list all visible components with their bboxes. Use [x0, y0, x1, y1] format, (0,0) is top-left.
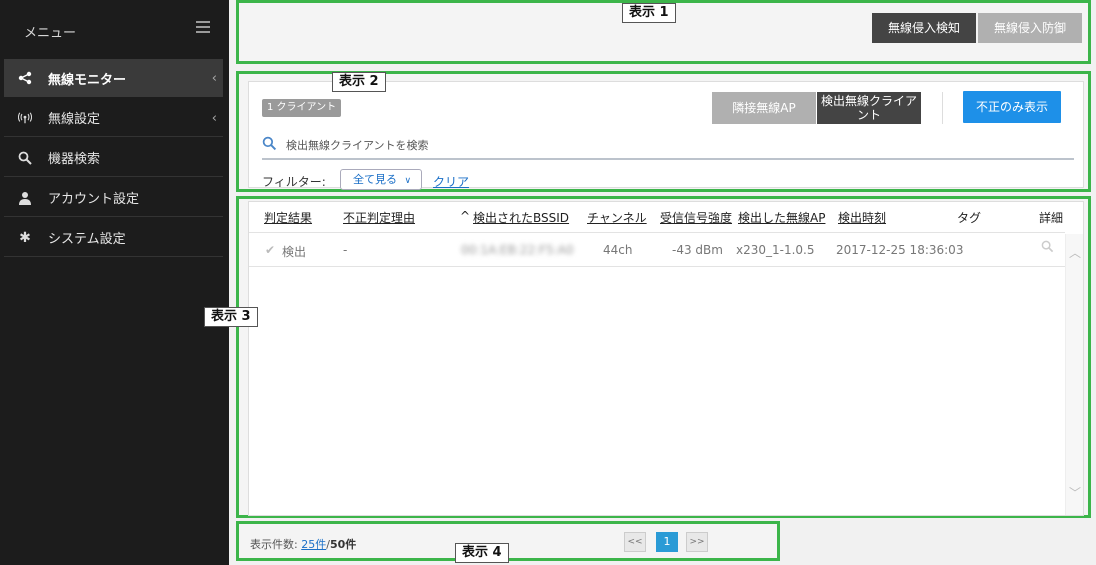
last-page-button[interactable]: >> [686, 532, 708, 552]
results-table: 判定結果 不正判定理由 ^ 検出されたBSSID チャンネル 受信信号強度 検出… [248, 201, 1084, 516]
chevron-left-icon: ‹ [211, 111, 217, 126]
cell-ap: x230_1-1.0.5 [736, 243, 815, 257]
pagination-label: 表示件数: [250, 538, 298, 551]
pagination-info: 表示件数: 25件/50件 [250, 536, 356, 552]
first-page-button[interactable]: << [624, 532, 646, 552]
annotation-label-4: 表示 4 [455, 543, 509, 563]
neighbor-ap-button[interactable]: 隣接無線AP [712, 92, 816, 124]
total-count: 50件 [329, 538, 357, 551]
search-icon [262, 136, 278, 152]
sidebar-item-wireless-settings[interactable]: 無線設定 ‹ [4, 99, 223, 137]
search-icon [18, 151, 32, 165]
sort-ascending-icon: ^ [460, 209, 471, 223]
search-input[interactable]: 検出無線クライアントを検索 [286, 137, 429, 153]
search-bar[interactable]: 検出無線クライアントを検索 [262, 134, 1074, 160]
row-divider [249, 266, 1065, 267]
column-header-channel[interactable]: チャンネル [587, 209, 647, 226]
column-header-time[interactable]: 検出時刻 [838, 209, 886, 226]
sidebar-item-label: アカウント設定 [48, 192, 140, 207]
cell-time: 2017-12-25 18:36:03 [836, 243, 964, 257]
gear-icon: ✱ [19, 229, 31, 246]
check-icon: ✔ [265, 243, 276, 257]
sidebar-item-label: 無線モニター [48, 72, 127, 88]
chevron-left-icon: ‹ [211, 71, 217, 86]
sidebar-item-device-search[interactable]: 機器検索 [4, 139, 223, 177]
column-header-reason[interactable]: 不正判定理由 [343, 209, 415, 226]
annotation-label-2: 表示 2 [332, 72, 386, 92]
client-count-badge: 1 クライアント [262, 99, 342, 117]
cell-channel: 44ch [603, 243, 633, 257]
results-table-section: 判定結果 不正判定理由 ^ 検出されたBSSID チャンネル 受信信号強度 検出… [236, 196, 1091, 518]
cell-result: 検出 [282, 245, 307, 259]
sidebar-item-label: 機器検索 [48, 152, 101, 167]
hamburger-menu-icon[interactable] [196, 21, 210, 33]
filter-dropdown-value: 全て見る [353, 173, 397, 186]
rogue-only-button[interactable]: 不正のみ表示 [963, 91, 1061, 123]
intrusion-detection-button[interactable]: 無線侵入検知 [872, 13, 976, 43]
chevron-up-icon[interactable]: ︿ [1069, 244, 1081, 261]
main-area: 無線侵入検知 無線侵入防御 表示 1 1 クライアント 隣接無線AP 検出無線ク… [204, 0, 1096, 565]
table-scrollbar[interactable]: ︿ ﹀ [1065, 234, 1083, 515]
chevron-down-icon[interactable]: ﹀ [1069, 484, 1081, 501]
page-1-button[interactable]: 1 [656, 532, 678, 552]
user-icon [18, 191, 32, 205]
intrusion-prevention-button[interactable]: 無線侵入防御 [978, 13, 1082, 43]
filter-label: フィルター: [262, 175, 326, 189]
chevron-down-icon: ∨ [404, 176, 412, 186]
column-header-bssid[interactable]: 検出されたBSSID [473, 209, 569, 226]
detail-search-icon[interactable] [1041, 240, 1054, 256]
wifi-antenna-icon [18, 111, 32, 125]
filter-panel: 1 クライアント 隣接無線AP 検出無線クライアント 不正のみ表示 検出無線クラ… [248, 81, 1084, 190]
column-header-result[interactable]: 判定結果 [264, 209, 312, 226]
cell-bssid: 00:1A:EB:22:F5:A0 [461, 243, 574, 257]
sidebar-item-system-settings[interactable]: ✱ システム設定 [4, 219, 223, 257]
filter-dropdown[interactable]: 全て見る ∨ [340, 169, 422, 190]
sidebar-item-account-settings[interactable]: アカウント設定 [4, 179, 223, 217]
share-icon [18, 71, 32, 85]
cell-reason: - [343, 243, 348, 257]
annotation-label-3: 表示 3 [204, 307, 258, 327]
cell-rssi: -43 dBm [672, 243, 723, 257]
sidebar-title: メニュー [24, 26, 77, 41]
header-divider [249, 232, 1065, 233]
detected-clients-button[interactable]: 検出無線クライアント [817, 92, 921, 124]
sidebar-header: メニュー [0, 0, 229, 58]
column-header-tag: タグ [957, 211, 982, 225]
sidebar-item-label: システム設定 [48, 232, 126, 247]
sidebar-item-label: 無線設定 [48, 112, 101, 127]
column-header-ap[interactable]: 検出した無線AP [738, 209, 825, 226]
filter-clear-link[interactable]: クリア [433, 173, 469, 190]
sidebar-item-wireless-monitor[interactable]: 無線モニター ‹ [4, 59, 223, 97]
annotation-label-1: 表示 1 [622, 3, 676, 23]
divider [942, 92, 943, 124]
column-header-detail: 詳細 [1039, 211, 1064, 225]
column-header-rssi[interactable]: 受信信号強度 [660, 209, 732, 226]
sidebar: メニュー 無線モニター ‹ 無線設定 ‹ 機器検索 アカウント設定 ✱ システム… [0, 0, 229, 565]
per-page-link[interactable]: 25件 [301, 538, 326, 551]
